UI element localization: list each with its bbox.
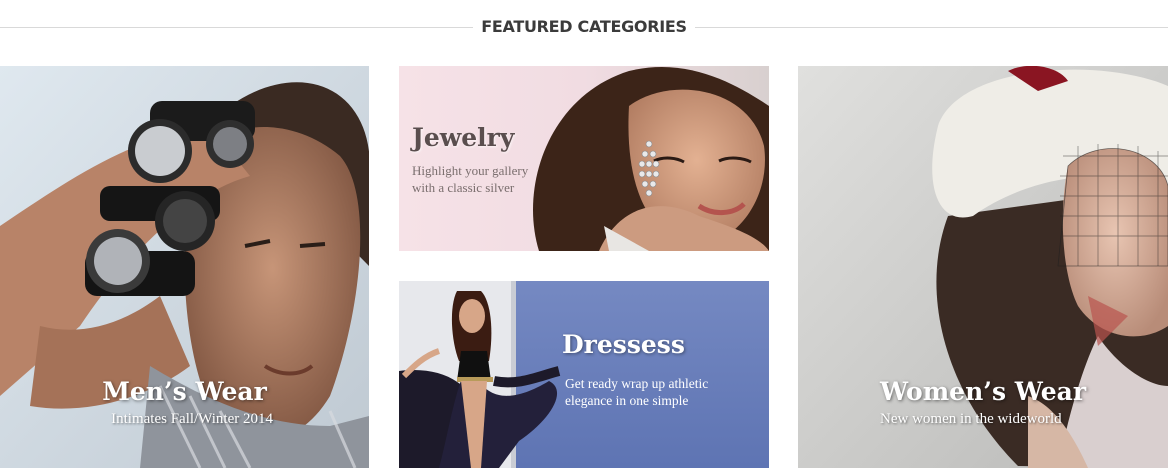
dresses-subtitle: Get ready wrap up athletic elegance in o…: [565, 376, 709, 408]
jewelry-subtitle: Highlight your gallery with a classic si…: [412, 163, 529, 195]
category-tile-womens-wear[interactable]: Women’s Wear New women in the wideworld: [798, 66, 1168, 468]
jewelry-photo: [399, 66, 769, 251]
womens-wear-photo: [798, 66, 1168, 468]
jewelry-title[interactable]: Jewelry: [412, 124, 514, 152]
section-title: FEATURED CATEGORIES: [481, 17, 687, 36]
mens-wear-title[interactable]: Men’s Wear: [0, 378, 369, 406]
womens-wear-title[interactable]: Women’s Wear: [880, 378, 1086, 406]
mens-wear-subtitle: Intimates Fall/Winter 2014: [111, 411, 273, 427]
header-divider-left: [0, 27, 473, 28]
womens-wear-subtitle: New women in the wideworld: [880, 411, 1062, 427]
section-header: FEATURED CATEGORIES: [0, 0, 1168, 56]
category-tile-dresses[interactable]: Dressess Get ready wrap up athletic eleg…: [399, 281, 769, 468]
category-tile-jewelry[interactable]: Jewelry Highlight your gallery with a cl…: [399, 66, 769, 251]
category-tile-mens-wear[interactable]: Men’s Wear Intimates Fall/Winter 2014: [0, 66, 369, 468]
header-divider-right: [695, 27, 1168, 28]
dresses-title[interactable]: Dressess: [562, 331, 685, 359]
mens-wear-photo: [0, 66, 369, 468]
